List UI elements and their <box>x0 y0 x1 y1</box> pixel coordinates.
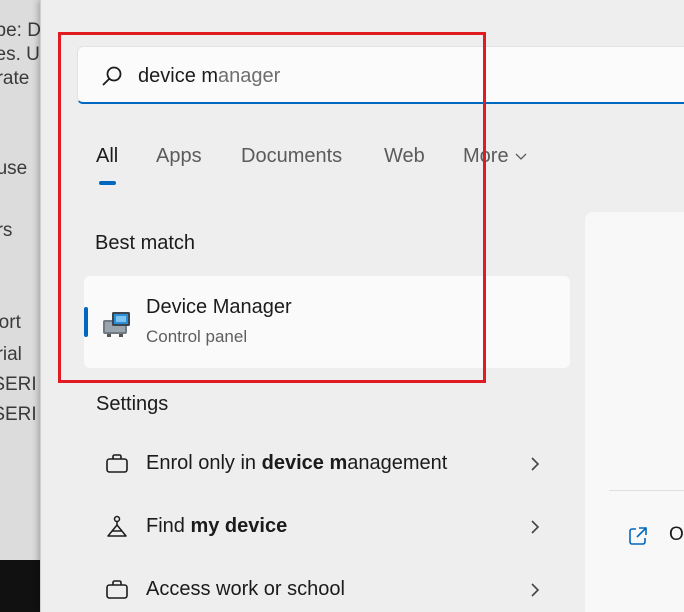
background-text: -SERI <box>0 374 37 395</box>
setting-label: Enrol only in device management <box>146 452 447 475</box>
find-device-icon <box>107 515 127 537</box>
open-external-icon[interactable] <box>627 525 649 547</box>
background-text: ype: Dri <box>0 20 44 41</box>
setting-label-text: anagement <box>347 452 448 474</box>
tab-apps[interactable]: Apps <box>156 145 202 168</box>
tab-documents[interactable]: Documents <box>241 145 342 168</box>
best-match-title-pre: Device M <box>146 296 230 318</box>
best-match-title-post: anager <box>229 296 292 318</box>
settings-heading: Settings <box>96 393 169 415</box>
preview-open-action[interactable]: Op <box>669 524 684 546</box>
chevron-right-icon <box>531 583 540 597</box>
search-input[interactable]: device manager <box>138 65 280 88</box>
divider <box>609 490 684 491</box>
background-text: -SERI <box>0 404 37 425</box>
tab-more[interactable]: More <box>463 145 527 168</box>
setting-enrol-device-management[interactable]: Enrol only in device management <box>84 438 570 492</box>
tab-active-indicator <box>99 181 116 185</box>
tab-label: More <box>463 145 509 167</box>
chevron-down-icon <box>515 153 527 160</box>
chevron-right-icon <box>531 457 540 471</box>
setting-label-text: Enrol only in <box>146 452 262 474</box>
preview-pane: Op <box>585 212 684 612</box>
search-query: device m <box>138 65 219 87</box>
background-text: arate <box>0 68 30 89</box>
background-text: ouse <box>0 158 28 179</box>
search-panel: device manager All Apps Documents Web Mo… <box>40 0 684 612</box>
best-match-title: Device Manager <box>146 296 292 319</box>
setting-label-match: device m <box>261 452 348 474</box>
setting-label-match: my device <box>190 515 288 537</box>
setting-access-work-school[interactable]: Access work or school <box>84 564 570 612</box>
tab-all[interactable]: All <box>96 145 118 168</box>
background-text: Port <box>0 312 21 333</box>
setting-label: Access work or school <box>146 578 345 601</box>
briefcase-icon <box>106 454 128 473</box>
tab-label: Web <box>384 145 425 167</box>
setting-label-text: Access work or school <box>146 578 345 600</box>
briefcase-icon <box>106 580 128 599</box>
tab-label: Apps <box>156 145 202 167</box>
selection-indicator <box>84 307 88 337</box>
search-icon <box>102 66 122 86</box>
setting-label-text: Find <box>146 515 191 537</box>
best-match-subtitle: Control panel <box>146 327 248 346</box>
background-document: ype: Dri ces. U arate ouse ers Port eria… <box>0 0 44 560</box>
best-match-result[interactable]: Device Manager Control panel <box>84 276 570 368</box>
search-box[interactable]: device manager <box>77 46 684 104</box>
device-manager-icon <box>103 312 130 337</box>
setting-label: Find my device <box>146 515 287 538</box>
search-autocomplete: anager <box>218 65 281 87</box>
taskbar-edge <box>0 560 44 612</box>
best-match-heading: Best match <box>95 232 196 254</box>
chevron-right-icon <box>531 520 540 534</box>
tab-web[interactable]: Web <box>384 145 425 168</box>
background-text: erial <box>0 344 22 365</box>
tab-label: Documents <box>241 145 343 167</box>
background-text: ces. U <box>0 44 40 65</box>
tab-label: All <box>96 145 119 167</box>
setting-find-my-device[interactable]: Find my device <box>84 501 570 555</box>
background-text: ers <box>0 220 13 241</box>
